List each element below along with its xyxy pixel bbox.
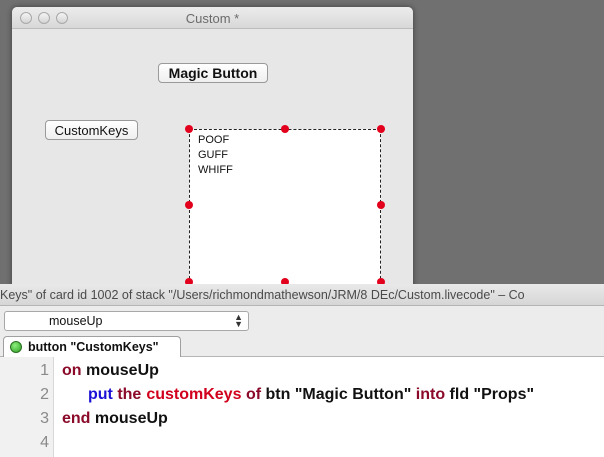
resize-handle-top-right[interactable] <box>377 125 385 133</box>
resize-handle-top-left[interactable] <box>185 125 193 133</box>
props-field[interactable]: POOF GUFF WHIFF <box>189 129 381 289</box>
tab-button-customkeys[interactable]: button "CustomKeys" <box>3 336 181 357</box>
customkeys-button[interactable]: CustomKeys <box>45 120 138 140</box>
resize-handle-middle-left[interactable] <box>185 201 193 209</box>
code-line-1: on mouseUp <box>62 362 159 380</box>
code-keyword-into: into <box>415 386 446 403</box>
code-handler-name: mouseUp <box>86 362 159 379</box>
code-line-3: end mouseUp <box>62 410 168 428</box>
stack-window: Custom * Magic Button CustomKeys POOF GU… <box>12 7 413 290</box>
code-property-customkeys: customKeys <box>146 386 242 403</box>
script-editor: Keys" of card id 1002 of stack "/Users/r… <box>0 284 604 457</box>
code-keyword-of: of <box>245 386 262 403</box>
up-down-arrows-icon: ▲ ▼ <box>234 312 243 329</box>
code-keyword-on: on <box>62 362 82 379</box>
code-handler-name-end: mouseUp <box>94 410 168 427</box>
field-line-2: GUFF <box>198 149 228 161</box>
window-title: Custom * <box>185 11 240 26</box>
code-keyword-the: the <box>117 386 142 403</box>
code-area[interactable]: 1 2 3 4 on mouseUp put the customKeys of … <box>0 357 604 457</box>
code-btn-phrase: btn "Magic Button" <box>265 386 412 403</box>
line-number-2: 2 <box>40 386 49 403</box>
editor-tabbar: button "CustomKeys" <box>0 336 604 357</box>
code-line-2: put the customKeys of btn "Magic Button" … <box>88 386 534 404</box>
field-line-1: POOF <box>198 134 230 146</box>
handler-select[interactable]: mouseUp ▲ ▼ <box>4 311 249 331</box>
editor-titlebar[interactable]: Keys" of card id 1002 of stack "/Users/r… <box>0 284 604 306</box>
magic-button[interactable]: Magic Button <box>158 63 268 83</box>
field-line-3: WHIFF <box>198 164 233 176</box>
code-keyword-end: end <box>62 410 91 427</box>
window-titlebar[interactable]: Custom * <box>12 7 413 29</box>
line-number-1: 1 <box>40 362 49 379</box>
tab-label: button "CustomKeys" <box>28 340 159 354</box>
status-green-icon <box>10 341 22 353</box>
handler-select-value: mouseUp <box>49 314 103 328</box>
editor-title-text: Keys" of card id 1002 of stack "/Users/r… <box>0 288 525 302</box>
code-fld-phrase: fld "Props" <box>449 386 535 403</box>
line-number-4: 4 <box>40 434 49 451</box>
card-area: Magic Button CustomKeys POOF GUFF WHIFF <box>12 30 413 290</box>
line-number-3: 3 <box>40 410 49 427</box>
resize-handle-middle-right[interactable] <box>377 201 385 209</box>
resize-handle-top-center[interactable] <box>281 125 289 133</box>
code-command-put: put <box>88 386 113 403</box>
line-number-gutter: 1 2 3 4 <box>0 357 54 457</box>
